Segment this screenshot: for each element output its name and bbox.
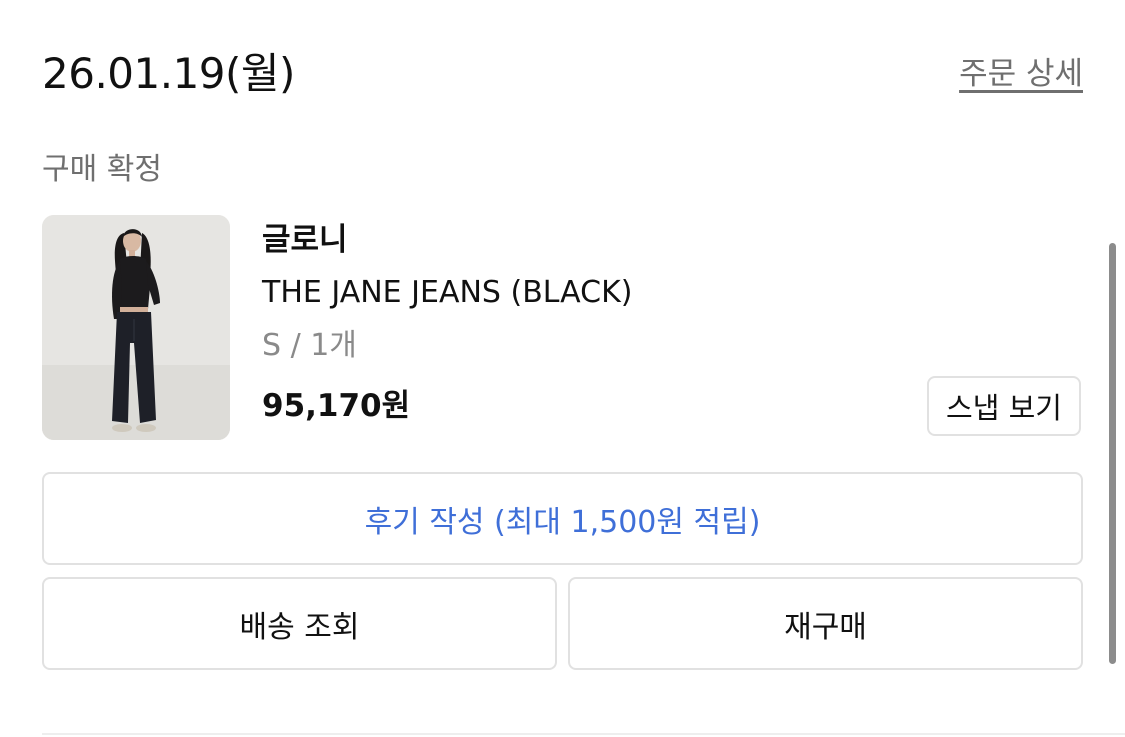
snap-view-button[interactable]: 스냅 보기 (927, 376, 1081, 436)
brand-name[interactable]: 글로니 (262, 220, 348, 260)
order-detail-link[interactable]: 주문 상세 (959, 54, 1083, 94)
section-divider (42, 733, 1125, 735)
order-card: 26.01.19(월) 주문 상세 구매 확정 글로니 THE JANE JEA… (0, 0, 1125, 737)
product-option: S / 1개 (262, 328, 357, 363)
product-price: 95,170원 (262, 388, 411, 424)
product-name[interactable]: THE JANE JEANS (BLACK) (262, 273, 633, 313)
scrollbar-thumb[interactable] (1109, 243, 1116, 664)
rebuy-button[interactable]: 재구매 (568, 577, 1083, 670)
track-shipping-button[interactable]: 배송 조회 (42, 577, 557, 670)
order-status: 구매 확정 (42, 152, 162, 187)
order-date: 26.01.19(월) (42, 49, 295, 98)
product-image[interactable] (42, 215, 230, 440)
write-review-button[interactable]: 후기 작성 (최대 1,500원 적립) (42, 472, 1083, 565)
product-photo-icon (42, 215, 230, 440)
